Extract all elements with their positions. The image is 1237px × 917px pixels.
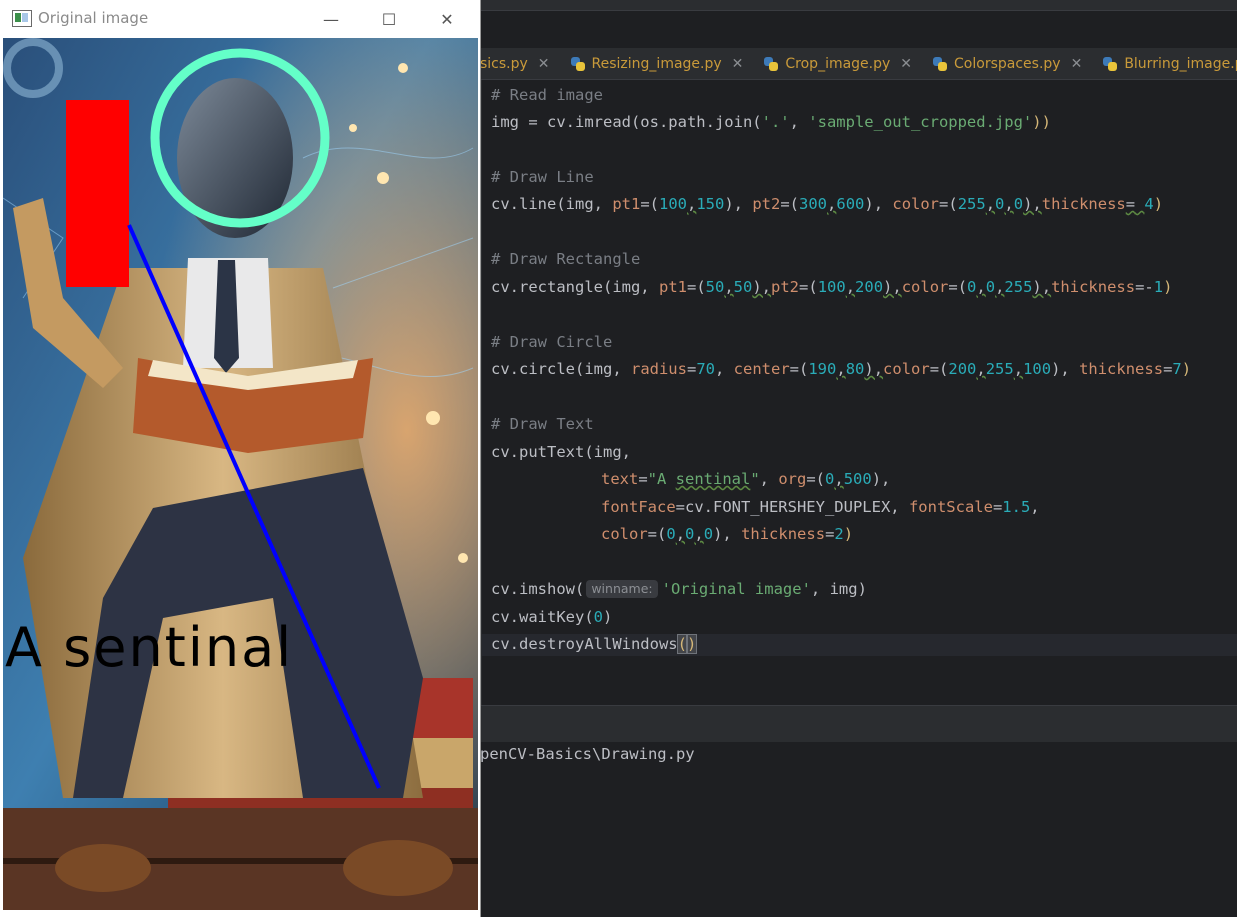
code-line-14: cv.imshow(winname: 'Original image', img) [491,580,867,598]
code-line-9: # Draw Text [491,415,594,433]
window-titlebar[interactable]: Original image — ☐ ✕ [0,0,480,38]
close-icon[interactable]: ✕ [538,56,550,72]
close-button[interactable]: ✕ [418,0,476,38]
left-shoe [55,844,151,892]
tab-blurring-image[interactable]: Blurring_image.py ✕ [1092,48,1237,79]
code-line-12: fontFace=cv.FONT_HERSHEY_DUPLEX, fontSca… [601,498,1040,516]
editor-tab-bar: sics.py ✕ Resizing_image.py ✕ Crop_image… [480,48,1237,80]
image-canvas: A sentinal [3,38,478,910]
tab-label: Resizing_image.py [591,55,722,72]
code-line-2: img = cv.imread(os.path.join('.', 'sampl… [491,113,1051,131]
maximize-button[interactable]: ☐ [360,0,418,38]
drawn-rectangle [66,100,129,287]
figure-tie [214,260,239,373]
code-line-10: cv.putText(img, [491,443,631,461]
opencv-window[interactable]: Original image — ☐ ✕ A sentinal [0,0,481,917]
code-line-16: cv.destroyAllWindows() [482,634,1237,656]
python-file-icon [570,56,586,72]
close-icon[interactable]: ✕ [900,56,912,72]
code-line-1: # Read image [491,86,603,104]
code-line-6: cv.rectangle(img, pt1=(50,50),pt2=(100,2… [491,278,1173,296]
tab-label: sics.py [480,55,528,72]
tab-label: Blurring_image.py [1124,55,1237,72]
minimize-button[interactable]: — [302,0,360,38]
tab-basics[interactable]: sics.py ✕ [480,48,560,79]
tab-label: Colorspaces.py [954,55,1061,72]
app-icon [12,10,32,27]
tab-resizing-image[interactable]: Resizing_image.py ✕ [560,48,754,79]
tab-crop-image[interactable]: Crop_image.py ✕ [753,48,922,79]
ide-title-strip [480,0,1237,11]
code-line-4: cv.line(img, pt1=(100,150), pt2=(300,600… [491,195,1164,213]
run-console[interactable]: penCV-Basics\Drawing.py [480,742,1237,917]
close-icon[interactable]: ✕ [732,56,744,72]
python-file-icon [932,56,948,72]
window-title: Original image [38,9,149,27]
python-file-icon [763,56,779,72]
tab-colorspaces[interactable]: Colorspaces.py ✕ [922,48,1092,79]
drawn-text: A sentinal [5,616,294,679]
code-line-3: # Draw Line [491,168,594,186]
console-line: penCV-Basics\Drawing.py [480,745,695,763]
code-line-7: # Draw Circle [491,333,613,351]
tool-window-header [480,705,1237,743]
code-editor[interactable]: # Read image img = cv.imread(os.path.joi… [482,80,1237,705]
python-file-icon [1102,56,1118,72]
displayed-image [3,38,478,910]
code-line-11: text="A sentinal", org=(0,500), [601,470,891,488]
code-line-15: cv.waitKey(0) [491,608,613,626]
code-line-8: cv.circle(img, radius=70, center=(190,80… [491,360,1192,378]
right-shoe [343,840,453,896]
tab-label: Crop_image.py [785,55,891,72]
close-icon[interactable]: ✕ [1071,56,1083,72]
code-line-5: # Draw Rectangle [491,250,641,268]
code-line-13: color=(0,0,0), thickness=2) [601,525,854,543]
parameter-hint: winname: [586,580,658,598]
